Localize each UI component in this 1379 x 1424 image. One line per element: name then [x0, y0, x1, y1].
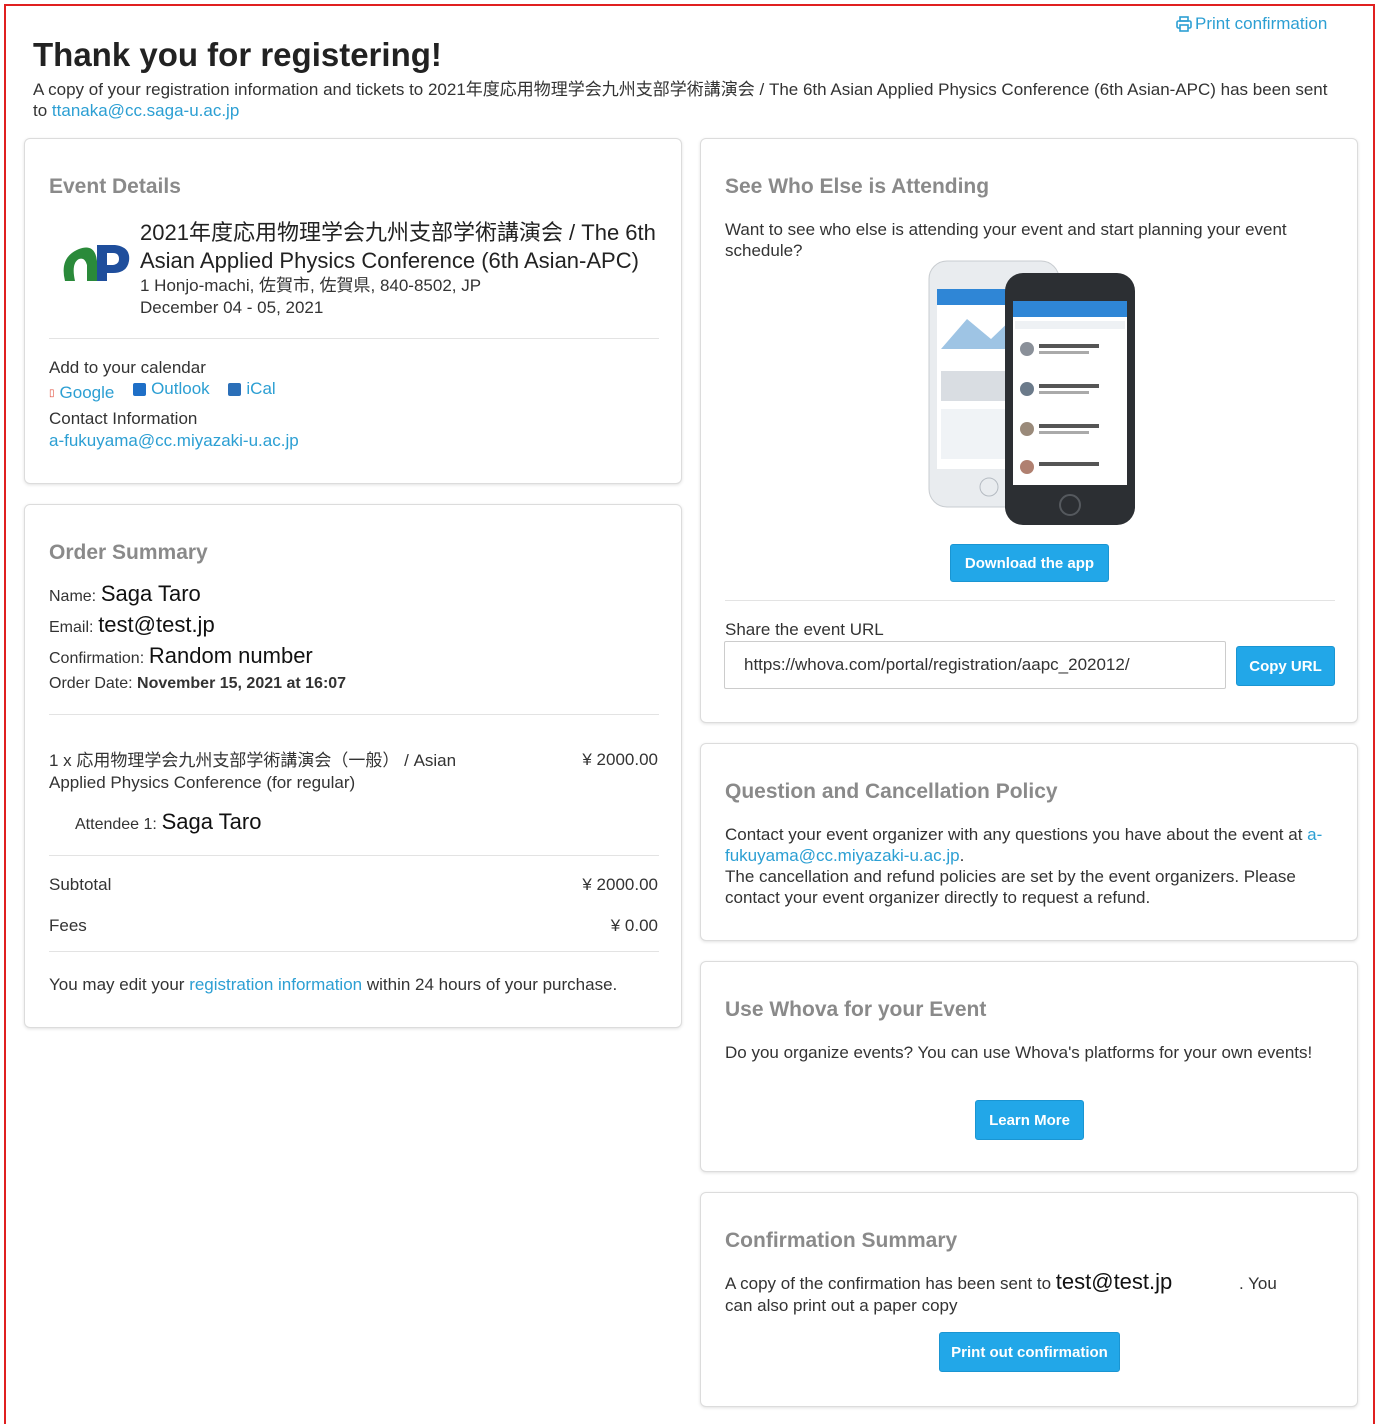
edit-suffix: within 24 hours of your purchase. [366, 975, 618, 994]
order-item-line2: Applied Physics Conference (for regular) [49, 773, 356, 792]
event-logo [55, 231, 135, 291]
policy-card: Question and Cancellation Policy Contact… [700, 743, 1358, 941]
page-title: Thank you for registering! [33, 36, 442, 73]
confirmation-summary-heading: Confirmation Summary [725, 1229, 958, 1252]
contact-label: Contact Information [49, 409, 198, 428]
registration-information-link[interactable]: registration information [189, 975, 362, 994]
edit-prefix: You may edit your [49, 975, 185, 994]
copy-url-button[interactable]: Copy URL [1236, 646, 1335, 686]
event-details-heading: Event Details [49, 175, 181, 198]
ical-icon [228, 382, 242, 396]
learn-more-button[interactable]: Learn More [975, 1100, 1084, 1140]
use-whova-text: Do you organize events? You can use Whov… [725, 1043, 1313, 1062]
intro-text: A copy of your registration information … [33, 79, 1333, 121]
ical-calendar-label: iCal [246, 379, 276, 398]
outlook-calendar-label: Outlook [151, 379, 210, 398]
event-address: 1 Honjo-machi, 佐賀市, 佐賀県, 840-8502, JP [140, 276, 482, 295]
edit-registration-text: You may edit your registration informati… [49, 975, 617, 995]
app-phones-image [927, 259, 1137, 527]
use-whova-heading: Use Whova for your Event [725, 998, 987, 1021]
order-email-value: test@test.jp [98, 612, 215, 637]
google-calendar-link[interactable]: ▯ Google [49, 383, 114, 403]
calendar-label: Add to your calendar [49, 358, 206, 377]
confirmation-summary-text: A copy of the confirmation has been sent… [725, 1271, 1337, 1317]
order-divider-1 [49, 714, 659, 715]
event-details-divider [49, 338, 659, 339]
attending-text: Want to see who else is attending your e… [725, 220, 1287, 260]
fees-label: Fees [49, 916, 87, 935]
policy-heading: Question and Cancellation Policy [725, 780, 1058, 803]
share-url-label: Share the event URL [725, 620, 884, 639]
use-whova-card: Use Whova for your Event Do you organize… [700, 961, 1358, 1172]
google-calendar-icon: ▯ [49, 387, 55, 399]
order-date-value: November 15, 2021 at 16:07 [137, 675, 347, 692]
order-name-row: Name: Saga Taro [49, 581, 201, 607]
print-confirmation-label: Print confirmation [1195, 14, 1328, 33]
google-calendar-label: Google [59, 383, 115, 402]
attending-divider [725, 600, 1335, 601]
policy-contact-text: Contact your event organizer with any qu… [725, 825, 1303, 844]
contact-email-link[interactable]: a-fukuyama@cc.miyazaki-u.ac.jp [49, 431, 299, 451]
intro-email-link[interactable]: ttanaka@cc.saga-u.ac.jp [52, 101, 239, 120]
order-summary-card: Order Summary Name: Saga Taro Email: tes… [24, 504, 682, 1028]
print-confirmation-link[interactable]: Print confirmation [1176, 14, 1327, 34]
order-email-label: Email: [49, 619, 94, 636]
attendee-value: Saga Taro [161, 809, 262, 834]
confirmation-summary-card: Confirmation Summary A copy of the confi… [700, 1192, 1358, 1407]
calendar-links: ▯ Google Outlook iCal [49, 379, 290, 403]
confirmation-email: test@test.jp [1055, 1269, 1173, 1294]
attendee-row: Attendee 1: Saga Taro [75, 809, 261, 835]
printer-icon [1176, 16, 1192, 32]
order-confirmation-label: Confirmation: [49, 650, 145, 667]
subtotal-value: ¥ 2000.00 [582, 875, 658, 894]
app-phones-illustration-icon [928, 260, 1135, 525]
event-name-line2: Asian Applied Physics Conference (6th As… [140, 248, 639, 273]
outlook-icon [133, 382, 147, 396]
confirmation-text-prefix: A copy of the confirmation has been sent… [725, 1274, 1052, 1293]
order-confirmation-value: Random number [148, 643, 313, 668]
confirmation-text-suffix: . You [1239, 1274, 1277, 1293]
print-out-confirmation-button[interactable]: Print out confirmation [939, 1332, 1120, 1372]
order-name-label: Name: [49, 588, 97, 605]
policy-refund-text: The cancellation and refund policies are… [725, 867, 1296, 907]
order-item-line1: 1 x 応用物理学会九州支部学術講演会（一般） / Asian [49, 751, 457, 770]
event-title-block: 2021年度応用物理学会九州支部学術講演会 / The 6th Asian Ap… [140, 219, 680, 319]
attending-card: See Who Else is Attending Want to see wh… [700, 138, 1358, 723]
attendee-label: Attendee 1: [75, 816, 157, 833]
order-date-label: Order Date: [49, 675, 133, 692]
ical-calendar-link[interactable]: iCal [228, 379, 276, 399]
order-confirmation-row: Confirmation: Random number [49, 643, 313, 669]
download-app-button[interactable]: Download the app [950, 544, 1109, 582]
policy-text: Contact your event organizer with any qu… [725, 824, 1337, 908]
event-details-card: Event Details 2021年度応用物理学会九州支部学術講演会 / Th… [24, 138, 682, 484]
policy-period: . [959, 846, 965, 865]
order-email-row: Email: test@test.jp [49, 612, 215, 638]
order-date-row: Order Date: November 15, 2021 at 16:07 [49, 675, 346, 693]
attending-heading: See Who Else is Attending [725, 175, 990, 198]
event-url-field[interactable] [724, 641, 1226, 689]
order-divider-3 [49, 951, 659, 952]
event-name-line1: 2021年度応用物理学会九州支部学術講演会 / The 6th [140, 220, 656, 245]
confirmation-text-line2: can also print out a paper copy [725, 1296, 958, 1315]
subtotal-label: Subtotal [49, 875, 112, 894]
order-item-name: 1 x 応用物理学会九州支部学術講演会（一般） / Asian Applied … [49, 750, 519, 794]
order-summary-heading: Order Summary [49, 541, 208, 564]
outlook-calendar-link[interactable]: Outlook [133, 379, 210, 399]
order-item-price: ¥ 2000.00 [582, 750, 658, 769]
fees-value: ¥ 0.00 [610, 916, 658, 935]
event-dates: December 04 - 05, 2021 [140, 298, 324, 317]
event-logo-icon [63, 245, 130, 281]
order-name-value: Saga Taro [100, 581, 201, 606]
order-divider-2 [49, 855, 659, 856]
